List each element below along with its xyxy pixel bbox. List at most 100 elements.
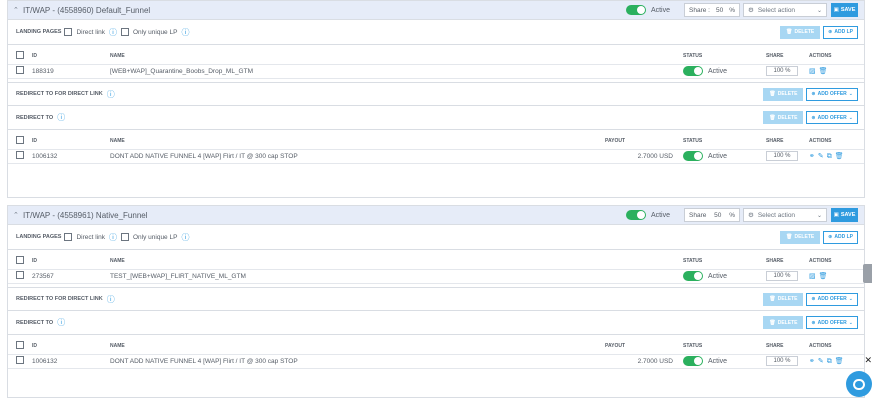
share-unit: % — [729, 6, 735, 14]
delete-offer-button[interactable]: 🗑 DELETE — [763, 292, 804, 306]
copy-icon[interactable]: ⧉ — [827, 153, 835, 160]
row-id: 1006132 — [32, 148, 110, 164]
select-all-checkbox-cell — [8, 49, 32, 64]
delete-label: DELETE — [794, 29, 815, 35]
select-action-dropdown[interactable]: ⚙ Select action ⌄ — [743, 3, 827, 17]
save-button[interactable]: ▣ SAVE — [831, 208, 858, 222]
row-checkbox[interactable] — [16, 271, 24, 279]
help-icon[interactable]: ⓘ — [107, 294, 115, 305]
add-offer-button[interactable]: ⊕ ADD OFFER ⌄ — [806, 111, 858, 124]
only-unique-lp-checkbox[interactable] — [120, 233, 129, 241]
delete-lp-button[interactable]: 🗑 DELETE — [780, 230, 821, 244]
row-status-toggle[interactable] — [683, 356, 703, 366]
image-icon[interactable]: ▨ — [809, 273, 819, 280]
add-lp-button[interactable]: ⊕ ADD LP — [823, 25, 858, 39]
help-icon[interactable]: ⓘ — [57, 317, 65, 328]
settings-icon: ⚙ — [748, 7, 754, 14]
row-status-toggle[interactable] — [683, 271, 703, 281]
trash-icon[interactable]: 🗑 — [835, 153, 847, 160]
add-offer-button[interactable]: ⊕ ADD OFFER ⌄ — [806, 292, 858, 306]
funnel-header[interactable]: ⌃ IT/WAP - (4558961) Native_Funnel Activ… — [8, 206, 864, 225]
link-icon[interactable]: ⚭ — [809, 153, 818, 160]
only-unique-lp-checkbox[interactable] — [120, 28, 129, 36]
funnel-status-toggle[interactable] — [625, 5, 646, 15]
select-all-checkbox[interactable] — [16, 51, 24, 60]
share-unit: % — [729, 211, 735, 219]
funnel-share-input[interactable]: Share 50 % — [684, 208, 740, 222]
delete-offer-button[interactable]: 🗑 DELETE — [763, 87, 804, 101]
redirect-to-table-wrap: ID NAME PAYOUT STATUS SHARE ACTIONS 1006… — [8, 130, 864, 164]
add-offer-button[interactable]: ⊕ ADD OFFER ⌄ — [806, 316, 858, 329]
close-icon[interactable]: ✕ — [864, 355, 872, 366]
row-status-toggle[interactable] — [683, 66, 703, 76]
delete-label: DELETE — [777, 91, 798, 97]
column-header-name: NAME — [110, 138, 125, 145]
funnel-share-input[interactable]: Share : 50 % — [684, 3, 740, 17]
landing-pages-table-wrap: ID NAME STATUS SHARE ACTIONS 273567 TEST… — [8, 250, 864, 287]
chevron-up-icon[interactable]: ⌃ — [13, 211, 23, 219]
help-icon[interactable]: ⓘ — [109, 27, 117, 38]
trash-icon: 🗑 — [786, 234, 793, 240]
row-share-input[interactable]: 100 % — [766, 151, 798, 161]
row-name: DONT ADD NATIVE FUNNEL 4 [WAP] Flirt / I… — [110, 353, 605, 369]
copy-icon[interactable]: ⧉ — [827, 358, 835, 365]
row-checkbox[interactable] — [16, 66, 24, 74]
column-header-name: NAME — [110, 343, 125, 350]
row-share-input[interactable]: 100 % — [766, 66, 798, 76]
row-status-toggle[interactable] — [683, 151, 703, 161]
help-icon[interactable]: ⓘ — [57, 112, 65, 123]
plus-circle-icon: ⊕ — [811, 91, 816, 97]
add-lp-button[interactable]: ⊕ ADD LP — [823, 230, 858, 244]
direct-link-checkbox[interactable] — [64, 28, 73, 36]
trash-icon[interactable]: 🗑 — [835, 358, 847, 365]
row-share-input[interactable]: 100 % — [766, 271, 798, 281]
pencil-icon[interactable]: ✎ — [818, 153, 827, 160]
help-icon[interactable]: ⓘ — [181, 232, 189, 243]
funnel-panel: ⌃ IT/WAP - (4558960) Default_Funnel Acti… — [7, 0, 865, 198]
help-icon[interactable]: ⓘ — [181, 27, 189, 38]
row-share-input[interactable]: 100 % — [766, 356, 798, 366]
column-header-actions: ACTIONS — [809, 258, 832, 265]
redirect-direct-link-bar: REDIRECT TO FOR DIRECT LINK ⓘ 🗑 DELETE ⊕ A… — [8, 287, 864, 311]
funnel-header[interactable]: ⌃ IT/WAP - (4558960) Default_Funnel Acti… — [8, 1, 864, 20]
redirect-direct-link-title: REDIRECT TO FOR DIRECT LINK — [16, 296, 103, 302]
trash-icon[interactable]: 🗑 — [819, 68, 831, 75]
trash-icon[interactable]: 🗑 — [819, 273, 831, 280]
trash-icon: 🗑 — [769, 296, 776, 302]
link-icon[interactable]: ⚭ — [809, 358, 818, 365]
select-all-checkbox[interactable] — [16, 341, 24, 350]
row-id: 273567 — [32, 268, 110, 284]
column-header-status: STATUS — [683, 53, 703, 60]
help-icon[interactable]: ⓘ — [109, 232, 117, 243]
row-id: 188319 — [32, 63, 110, 79]
row-checkbox[interactable] — [16, 151, 24, 159]
row-checkbox[interactable] — [16, 356, 24, 364]
delete-lp-button[interactable]: 🗑 DELETE — [780, 25, 821, 39]
select-action-dropdown[interactable]: ⚙ Select action ⌄ — [743, 208, 827, 222]
delete-label: DELETE — [777, 319, 798, 326]
add-offer-button[interactable]: ⊕ ADD OFFER ⌄ — [806, 87, 858, 101]
select-all-checkbox[interactable] — [16, 136, 24, 145]
redirect-to-table-wrap: ID NAME PAYOUT STATUS SHARE ACTIONS 1006… — [8, 335, 864, 369]
column-header-share: SHARE — [766, 138, 784, 145]
delete-offer-button[interactable]: 🗑 DELETE — [763, 316, 804, 329]
redirect-direct-link-bar: REDIRECT TO FOR DIRECT LINK ⓘ 🗑 DELETE ⊕ A… — [8, 82, 864, 106]
delete-offer-button[interactable]: 🗑 DELETE — [763, 111, 804, 124]
save-button[interactable]: ▣ SAVE — [831, 3, 858, 17]
chevron-down-icon: ⌄ — [848, 319, 853, 326]
help-icon[interactable]: ⓘ — [107, 89, 115, 100]
landing-pages-table-wrap: ID NAME STATUS SHARE ACTIONS 188319 [WEB… — [8, 45, 864, 82]
chevron-up-icon[interactable]: ⌃ — [13, 6, 23, 14]
image-icon[interactable]: ▨ — [809, 68, 819, 75]
direct-link-checkbox[interactable] — [64, 233, 73, 241]
column-header-status: STATUS — [683, 343, 703, 350]
pencil-icon[interactable]: ✎ — [818, 358, 827, 365]
landing-pages-options: Direct link ⓘ Only unique LP ⓘ — [64, 232, 189, 243]
select-all-checkbox[interactable] — [16, 256, 24, 265]
funnel-status-toggle[interactable] — [625, 210, 646, 220]
chevron-down-icon: ⌄ — [848, 91, 853, 97]
scrollbar-handle[interactable] — [863, 264, 872, 283]
column-header-share: SHARE — [766, 258, 784, 265]
chat-icon[interactable] — [846, 371, 872, 397]
chat-bubble-icon — [853, 378, 865, 390]
